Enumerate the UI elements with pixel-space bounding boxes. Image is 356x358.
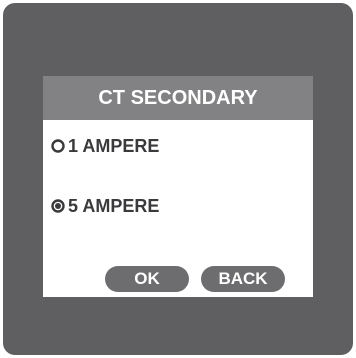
device-bezel: CT SECONDARY 1 AMPERE 5 AMPERE OK BACK	[3, 3, 353, 355]
option-label: 1 AMPERE	[68, 135, 160, 156]
lcd-screen: CT SECONDARY 1 AMPERE 5 AMPERE OK BACK	[43, 76, 313, 297]
option-label: 5 AMPERE	[68, 195, 160, 216]
option-1-ampere[interactable]: 1 AMPERE	[51, 134, 159, 158]
radio-unselected-icon	[51, 139, 65, 153]
ok-button[interactable]: OK	[105, 266, 189, 292]
screen-title: CT SECONDARY	[43, 76, 313, 120]
radio-selected-icon	[51, 199, 65, 213]
back-button[interactable]: BACK	[201, 266, 285, 292]
button-row: OK BACK	[43, 266, 313, 292]
option-5-ampere[interactable]: 5 AMPERE	[51, 194, 159, 218]
